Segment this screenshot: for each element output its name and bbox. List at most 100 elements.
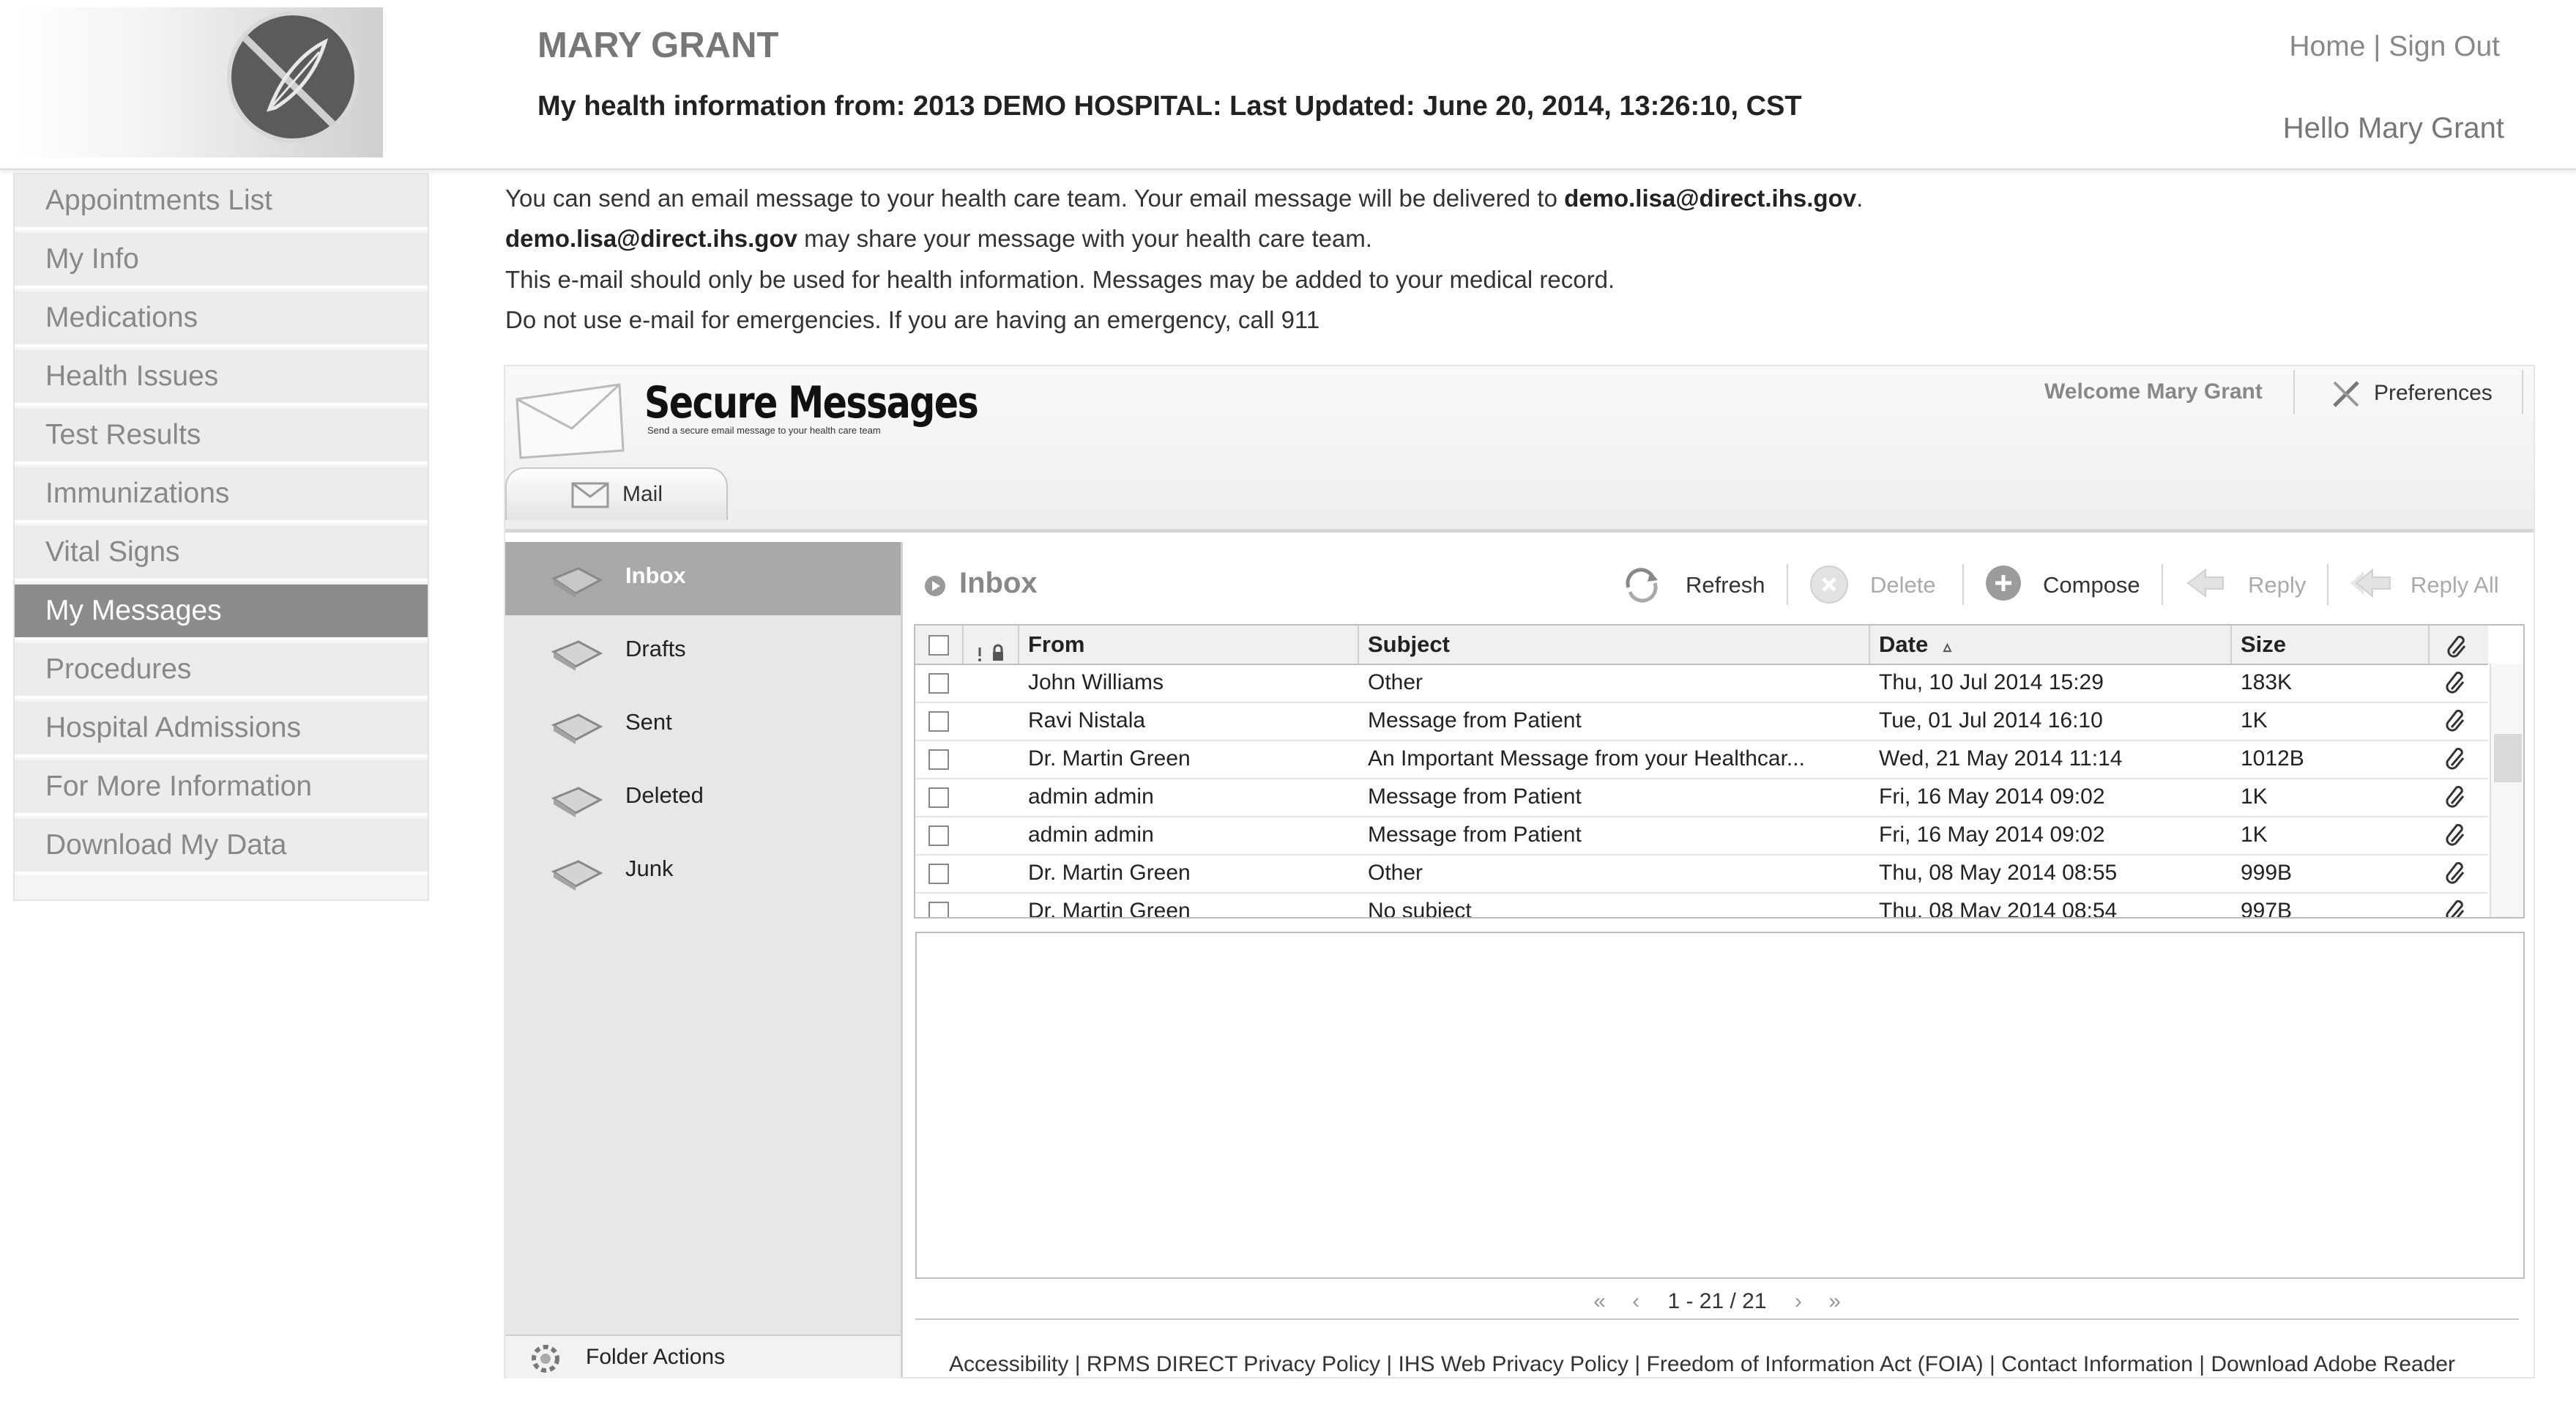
- row-checkbox[interactable]: [928, 749, 949, 770]
- health-info-banner: My health information from: 2013 DEMO HO…: [537, 91, 1802, 122]
- folder-inbox[interactable]: Inbox: [505, 542, 901, 615]
- info-text-end: .: [1856, 185, 1864, 212]
- paperclip-icon: [2446, 784, 2468, 813]
- folder-label: Sent: [625, 709, 672, 735]
- row-size: 1K: [2241, 784, 2268, 809]
- sidebar-item-procedures[interactable]: Procedures: [15, 643, 428, 699]
- row-from: Dr. Martin Green: [1028, 861, 1191, 885]
- table-row[interactable]: admin admin Message from Patient Fri, 16…: [915, 816, 2488, 856]
- folder-actions-button[interactable]: Folder Actions: [505, 1335, 901, 1379]
- footer-separator: |: [1068, 1352, 1087, 1376]
- home-link[interactable]: Home: [2289, 31, 2365, 62]
- folder-icon: [549, 636, 603, 672]
- size-column-header[interactable]: Size: [2232, 626, 2430, 664]
- refresh-button[interactable]: Refresh: [1621, 564, 1768, 605]
- footer-link-contact[interactable]: Contact Information: [2001, 1352, 2193, 1376]
- row-checkbox[interactable]: [928, 902, 949, 917]
- divider: [1962, 564, 1964, 605]
- delete-icon: [1810, 565, 1848, 604]
- row-size: 999B: [2241, 861, 2293, 885]
- info-line-2: demo.lisa@direct.ihs.gov may share your …: [505, 225, 1372, 253]
- sidebar-item-my-info[interactable]: My Info: [15, 233, 428, 289]
- message-list: From Subject Date ▵ Size John Williams O…: [914, 624, 2525, 919]
- table-row[interactable]: Ravi Nistala Message from Patient Tue, 0…: [915, 702, 2488, 741]
- prev-page-button[interactable]: ‹: [1632, 1289, 1639, 1313]
- table-row[interactable]: Dr. Martin Green No subject Thu, 08 May …: [915, 892, 2488, 919]
- folder-junk[interactable]: Junk: [505, 835, 901, 908]
- message-preview-pane[interactable]: [915, 932, 2525, 1279]
- sidebar-item-my-messages[interactable]: My Messages: [15, 585, 428, 640]
- footer-link-foia[interactable]: Freedom of Information Act (FOIA): [1647, 1352, 1984, 1376]
- row-subject: No subject: [1368, 899, 1472, 919]
- sidebar-item-health-issues[interactable]: Health Issues: [15, 350, 428, 406]
- table-row[interactable]: admin admin Message from Patient Fri, 16…: [915, 778, 2488, 817]
- sort-ascending-icon: ▵: [1943, 637, 1951, 656]
- row-date: Thu, 08 May 2014 08:54: [1879, 899, 2118, 919]
- delete-button[interactable]: Delete: [1810, 564, 1949, 605]
- table-row[interactable]: Dr. Martin Green Other Thu, 08 May 2014 …: [915, 854, 2488, 894]
- sidebar-item-medications[interactable]: Medications: [15, 292, 428, 347]
- inbox-title-icon: [923, 574, 948, 602]
- flags-column-header[interactable]: [964, 626, 1019, 664]
- row-checkbox[interactable]: [928, 864, 949, 884]
- sidebar-item-appointments-list[interactable]: Appointments List: [15, 174, 428, 230]
- hello-user: Hello Mary Grant: [2282, 112, 2504, 144]
- compose-button[interactable]: Compose: [1986, 564, 2154, 605]
- folder-label: Deleted: [625, 782, 704, 808]
- subject-column-header[interactable]: Subject: [1359, 626, 1870, 664]
- row-from: Dr. Martin Green: [1028, 899, 1191, 919]
- row-from: John Williams: [1028, 670, 1164, 694]
- message-list-header: From Subject Date ▵ Size: [915, 626, 2488, 665]
- scrollbar-thumb[interactable]: [2494, 734, 2522, 782]
- table-row[interactable]: Dr. Martin Green An Important Message fr…: [915, 740, 2488, 779]
- first-page-button[interactable]: «: [1593, 1289, 1606, 1313]
- sidebar-item-hospital-admissions[interactable]: Hospital Admissions: [15, 702, 428, 757]
- date-column-header[interactable]: Date ▵: [1870, 626, 2232, 664]
- footer-link-accessibility[interactable]: Accessibility: [949, 1352, 1068, 1376]
- row-size: 1012B: [2241, 746, 2304, 771]
- folder-drafts[interactable]: Drafts: [505, 615, 901, 689]
- divider: [1787, 564, 1788, 605]
- preferences-label: Preferences: [2374, 381, 2493, 405]
- message-list-scrollbar[interactable]: [2490, 664, 2523, 917]
- folder-label: Junk: [625, 856, 674, 881]
- sidebar-item-download-my-data[interactable]: Download My Data: [15, 819, 428, 875]
- row-checkbox[interactable]: [928, 711, 949, 732]
- row-checkbox[interactable]: [928, 673, 949, 694]
- footer-separator: |: [1628, 1352, 1647, 1376]
- row-date: Thu, 10 Jul 2014 15:29: [1879, 670, 2104, 694]
- reply-all-button[interactable]: Reply All: [2349, 564, 2525, 605]
- footer-link-adobe-reader[interactable]: Download Adobe Reader: [2211, 1352, 2455, 1376]
- next-page-button[interactable]: ›: [1795, 1289, 1802, 1313]
- row-date: Wed, 21 May 2014 11:14: [1879, 746, 2123, 771]
- sidebar-item-vital-signs[interactable]: Vital Signs: [15, 526, 428, 582]
- select-all-cell: [915, 626, 964, 664]
- row-size: 1K: [2241, 823, 2268, 847]
- paperclip-icon: [2446, 670, 2468, 699]
- footer-link-rpms-privacy[interactable]: RPMS DIRECT Privacy Policy: [1087, 1352, 1380, 1376]
- paperclip-icon: [2446, 899, 2468, 917]
- reply-button[interactable]: Reply: [2185, 564, 2309, 605]
- sidebar-item-test-results[interactable]: Test Results: [15, 409, 428, 464]
- last-page-button[interactable]: »: [1828, 1289, 1841, 1313]
- footer-link-ihs-privacy[interactable]: IHS Web Privacy Policy: [1399, 1352, 1629, 1376]
- sign-out-link[interactable]: Sign Out: [2389, 31, 2500, 62]
- table-row[interactable]: John Williams Other Thu, 10 Jul 2014 15:…: [915, 664, 2488, 703]
- row-checkbox[interactable]: [928, 825, 949, 846]
- compose-label: Compose: [2043, 572, 2140, 598]
- email-address: demo.lisa@direct.ihs.gov: [505, 225, 797, 252]
- mail-tab[interactable]: Mail: [505, 467, 728, 520]
- folder-deleted[interactable]: Deleted: [505, 762, 901, 835]
- folder-sent[interactable]: Sent: [505, 689, 901, 762]
- gear-icon: [527, 1340, 564, 1383]
- select-all-checkbox[interactable]: [928, 635, 949, 656]
- row-checkbox[interactable]: [928, 787, 949, 808]
- attachment-column-header[interactable]: [2430, 626, 2488, 664]
- sidebar-item-for-more-information[interactable]: For More Information: [15, 760, 428, 816]
- row-from: admin admin: [1028, 784, 1154, 809]
- reply-all-arrow-icon: [2349, 565, 2391, 601]
- sidebar-item-immunizations[interactable]: Immunizations: [15, 467, 428, 523]
- from-column-header[interactable]: From: [1019, 626, 1359, 664]
- row-size: 1K: [2241, 708, 2268, 732]
- row-date: Tue, 01 Jul 2014 16:10: [1879, 708, 2103, 732]
